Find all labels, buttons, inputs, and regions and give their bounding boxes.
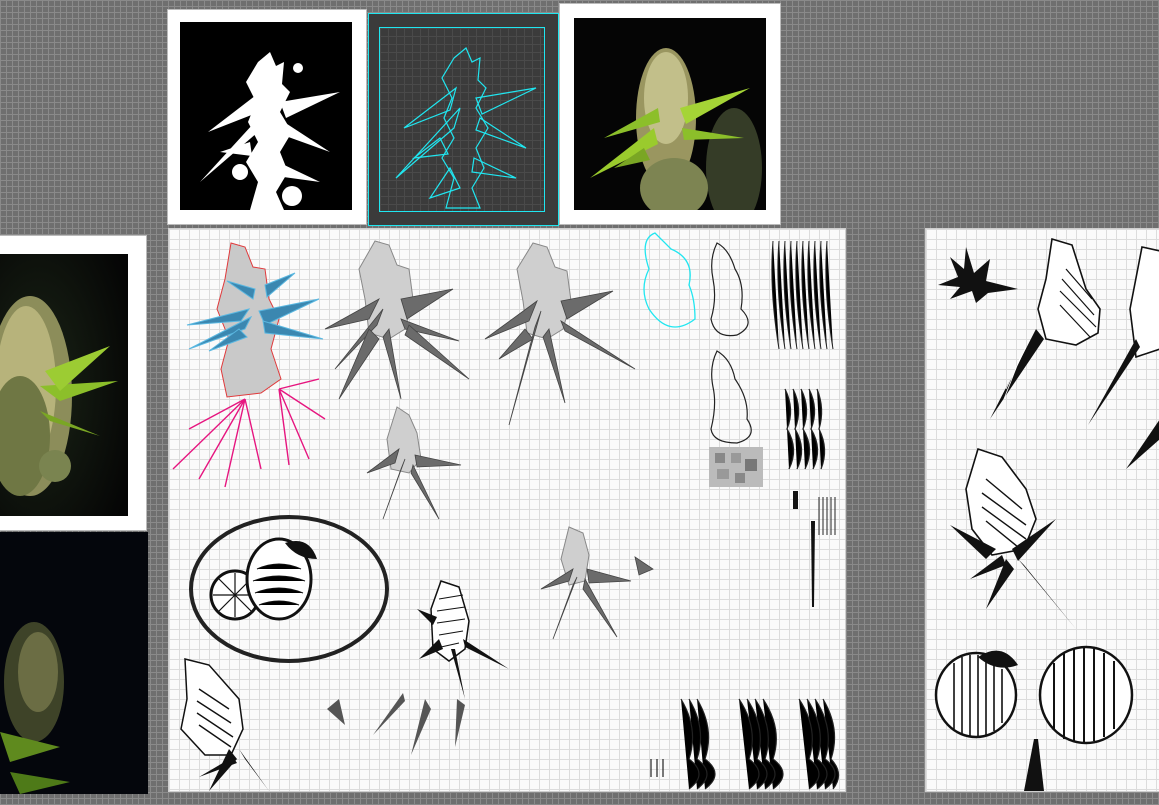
main-sheet-artwork bbox=[172, 232, 840, 791]
main-drawing-sheet[interactable] bbox=[168, 228, 846, 792]
gray-bud-large-2 bbox=[484, 242, 636, 426]
line-hatch-swatch bbox=[771, 240, 834, 350]
color-photo-artboard[interactable] bbox=[560, 4, 780, 224]
right-drawing-sheet[interactable] bbox=[925, 228, 1159, 792]
cyan-outline-bud bbox=[395, 47, 537, 209]
white-silhouette-bud bbox=[200, 52, 340, 210]
contour-outlines bbox=[710, 242, 752, 444]
hatched-bud bbox=[417, 580, 509, 699]
hatched-shapes-bottom bbox=[650, 698, 840, 790]
gray-bud-large-1 bbox=[324, 240, 470, 400]
cannabis-bud-photo bbox=[0, 254, 128, 516]
lemon-logo bbox=[189, 515, 389, 663]
ink-stroke-brushes bbox=[793, 491, 836, 607]
cannabis-bud-photo-dark bbox=[0, 622, 70, 794]
halftone-swatch bbox=[709, 447, 763, 487]
small-leaves bbox=[327, 693, 465, 755]
hatched-bud-top-1 bbox=[990, 237, 1101, 419]
right-sheet-artwork bbox=[934, 237, 1159, 791]
colored-bud-sketch bbox=[172, 242, 326, 488]
hatched-bud-top-2 bbox=[1088, 246, 1159, 469]
peach-illustration bbox=[934, 645, 1134, 745]
hatched-bud-middle bbox=[950, 447, 1076, 629]
hatched-swatch-2 bbox=[784, 388, 826, 470]
bottom-left-bud bbox=[180, 658, 269, 791]
cyan-outline-shape bbox=[643, 232, 696, 328]
left-photo-frame-bottom[interactable] bbox=[0, 532, 148, 794]
maple-leaf-icon bbox=[938, 247, 1018, 303]
threshold-mask-artboard[interactable] bbox=[168, 10, 366, 224]
outline-trace-artboard[interactable] bbox=[368, 13, 559, 226]
gray-bud-small-2 bbox=[540, 526, 654, 640]
cannabis-bud-color-photo bbox=[590, 48, 762, 210]
gray-bud-small-1 bbox=[366, 406, 462, 520]
ink-stroke-brush bbox=[1024, 739, 1044, 791]
left-photo-frame-top[interactable] bbox=[0, 236, 146, 530]
